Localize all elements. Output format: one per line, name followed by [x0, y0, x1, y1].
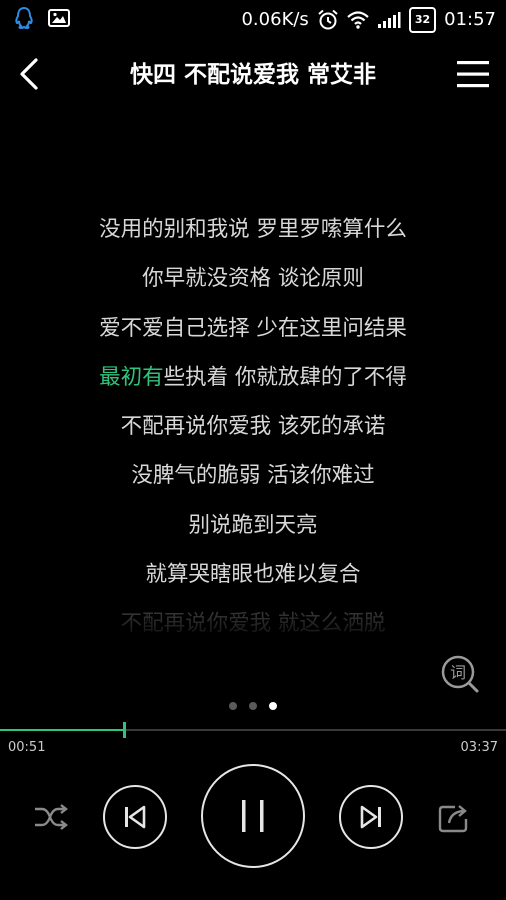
lyric-line: 你早就没资格 谈论原则 — [142, 266, 364, 292]
page-dot[interactable] — [249, 702, 257, 710]
chevron-left-icon — [20, 58, 38, 90]
share-icon — [438, 805, 468, 833]
battery-indicator: 32 — [408, 7, 437, 33]
image-icon — [48, 9, 70, 27]
lyric-line: 没脾气的脆弱 活该你难过 — [131, 463, 375, 489]
next-button[interactable] — [339, 785, 403, 849]
lyric-toggle-label: 词 — [450, 663, 466, 682]
progress-thumb[interactable] — [123, 722, 126, 738]
shuffle-button[interactable] — [30, 797, 72, 837]
page-indicator — [0, 702, 506, 710]
wifi-icon — [347, 11, 369, 29]
page-dot[interactable] — [229, 702, 237, 710]
status-left — [14, 6, 70, 30]
lyric-toggle-button[interactable]: 词 — [440, 654, 480, 694]
status-right: 0.06K/s 32 01:57 — [241, 7, 496, 33]
lyric-unsung-part: 些执着 你就放肆的了不得 — [163, 364, 407, 390]
elapsed-time: 00:51 — [8, 740, 46, 755]
menu-icon — [457, 61, 489, 88]
network-speed: 0.06K/s — [241, 9, 309, 30]
title-bar: 快四 不配说爱我 常艾非 — [0, 46, 506, 104]
lyrics-panel[interactable]: 没用的别和我说 罗里罗嗦算什么 你早就没资格 谈论原则 爱不爱自己选择 少在这里… — [0, 210, 506, 654]
lyric-line-current: 最初有些执着 你就放肆的了不得 — [0, 358, 506, 407]
back-button[interactable] — [10, 54, 48, 94]
total-time: 03:37 — [460, 740, 498, 755]
share-button[interactable] — [434, 797, 474, 837]
pause-icon — [242, 800, 264, 832]
lyric-sung-part: 最初有 — [99, 364, 164, 390]
page-dot-active[interactable] — [269, 702, 277, 710]
lyric-line: 就算哭瞎眼也难以复合 — [145, 562, 361, 588]
status-bar: 0.06K/s 32 01:57 — [0, 0, 506, 38]
lyric-line: 别说跪到天亮 — [188, 512, 318, 538]
shuffle-icon — [35, 804, 68, 830]
lyric-line: 不配再说你爱我 该死的承诺 — [120, 414, 386, 440]
lyrics-fade-overlay — [0, 600, 506, 640]
lyric-line: 没用的别和我说 罗里罗嗦算什么 — [99, 217, 407, 242]
next-icon — [360, 805, 381, 829]
lyric-line: 爱不爱自己选择 少在这里问结果 — [99, 315, 407, 341]
menu-button[interactable] — [454, 56, 492, 92]
lyric-search-icon: 词 — [441, 655, 479, 693]
signal-icon — [377, 12, 401, 28]
previous-button[interactable] — [103, 785, 167, 849]
song-title: 快四 不配说爱我 常艾非 — [129, 62, 376, 88]
alarm-icon — [318, 9, 338, 30]
progress-fill — [0, 729, 124, 731]
clock: 01:57 — [444, 9, 496, 30]
pause-button[interactable] — [201, 764, 305, 868]
previous-icon — [125, 805, 146, 829]
qq-icon — [15, 6, 33, 30]
